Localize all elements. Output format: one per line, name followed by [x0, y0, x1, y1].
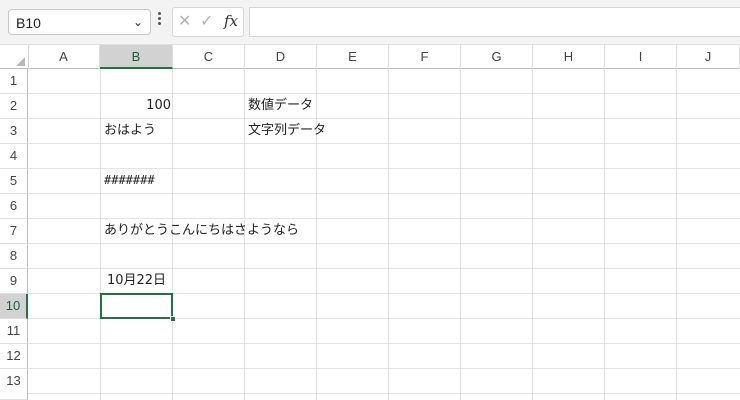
row-header-12[interactable]: 12 — [0, 344, 28, 369]
gridline — [28, 143, 740, 144]
row-header-13[interactable]: 13 — [0, 369, 28, 400]
row-header-9[interactable]: 9 — [0, 269, 28, 294]
column-header-h[interactable]: H — [533, 45, 605, 69]
chevron-down-icon[interactable]: ⌄ — [133, 15, 143, 29]
row-header-7[interactable]: 7 — [0, 219, 28, 244]
cell-b5[interactable]: ####### — [104, 168, 155, 193]
select-all-button[interactable] — [0, 45, 29, 69]
row-header-8[interactable]: 8 — [0, 244, 28, 269]
formula-input[interactable] — [249, 7, 740, 37]
gridline — [28, 243, 740, 244]
row-header-11[interactable]: 11 — [0, 319, 28, 344]
more-options-icon[interactable] — [157, 12, 161, 30]
row-header-5[interactable]: 5 — [0, 169, 28, 194]
gridline — [28, 368, 740, 369]
row-header-3[interactable]: 3 — [0, 119, 28, 144]
row-header-6[interactable]: 6 — [0, 194, 28, 219]
insert-function-icon[interactable]: fx — [224, 12, 238, 30]
active-cell-b10[interactable] — [100, 293, 173, 319]
column-header-f[interactable]: F — [389, 45, 461, 69]
column-header-row: A B C D E F G H I J — [0, 44, 740, 69]
cell-d3[interactable]: 文字列データ — [248, 118, 326, 143]
column-header-g[interactable]: G — [461, 45, 533, 69]
name-box[interactable]: B10 ⌄ — [8, 9, 151, 35]
cell-b3[interactable]: おはよう — [104, 118, 156, 143]
enter-check-icon[interactable]: ✓ — [200, 11, 213, 30]
row-header-2[interactable]: 2 — [0, 94, 28, 119]
gridline — [28, 343, 740, 344]
row-header-4[interactable]: 4 — [0, 144, 28, 169]
gridline — [28, 393, 740, 394]
select-all-triangle-icon — [16, 57, 25, 66]
fill-handle[interactable] — [170, 316, 176, 322]
cell-b7[interactable]: ありがとうこんにちはさようなら — [104, 218, 299, 243]
column-header-i[interactable]: I — [605, 45, 677, 69]
name-box-value: B10 — [16, 15, 41, 31]
column-header-c[interactable]: C — [173, 45, 245, 69]
cancel-icon[interactable]: ✕ — [178, 11, 191, 30]
cell-b2[interactable]: 100 — [100, 93, 171, 118]
cell-b9[interactable]: 10月22日 — [100, 268, 173, 293]
formula-buttons: ✕ ✓ fx — [172, 7, 244, 37]
cell-d2[interactable]: 数値データ — [248, 93, 313, 118]
row-header-10[interactable]: 10 — [0, 294, 28, 319]
gridline — [28, 193, 740, 194]
formula-bar: B10 ⌄ ✕ ✓ fx — [0, 0, 740, 44]
column-header-a[interactable]: A — [28, 45, 100, 69]
column-header-e[interactable]: E — [317, 45, 389, 69]
column-header-b[interactable]: B — [100, 45, 173, 69]
column-header-j[interactable]: J — [677, 45, 740, 69]
column-header-d[interactable]: D — [245, 45, 317, 69]
row-header-1[interactable]: 1 — [0, 69, 28, 94]
